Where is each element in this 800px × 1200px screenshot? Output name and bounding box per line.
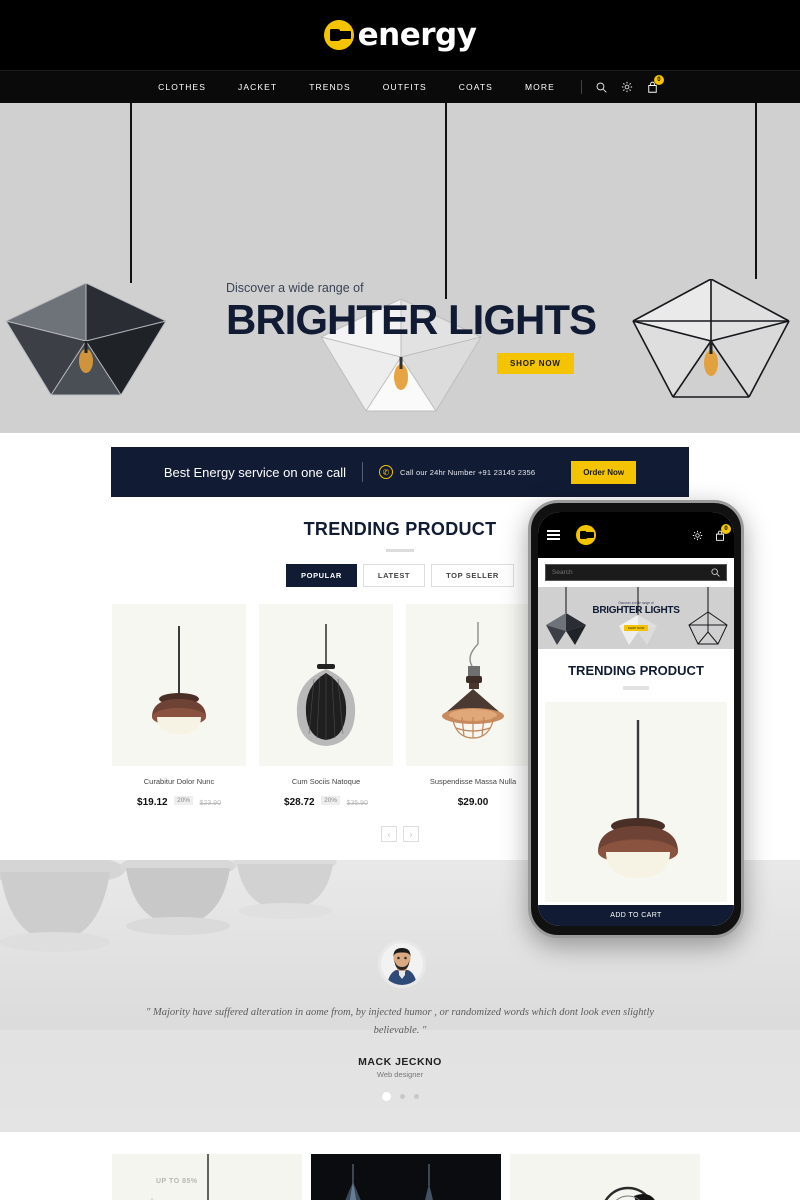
hero-banner: Discover a wide range of BRIGHTER LIGHTS… [0,103,800,433]
heading-underline [386,549,414,552]
testimonial-author-role: Web designer [376,1070,424,1079]
testimonial-dots [0,1092,800,1101]
plug-logo-icon [576,525,596,545]
tab-top-seller[interactable]: TOP SELLER [431,564,514,587]
product-name: Suspendisse Massa Nulla [429,777,517,786]
phone-heading-underline [623,686,649,690]
cart-count-badge: 0 [653,75,664,85]
product-price-row: $19.12 20% $23.90 [112,792,246,810]
carousel-prev-button[interactable]: ‹ [381,826,397,842]
phone-search-bar[interactable] [545,564,727,581]
nav-item-clothes[interactable]: CLOTHES [142,82,222,92]
main-nav-bar: CLOTHES JACKET TRENDS OUTFITS COATS MORE… [0,70,800,103]
top-logo-bar: energy [0,0,800,70]
bottom-card-label: UP TO 85% [156,1178,198,1185]
product-image-3 [406,604,540,766]
phone-hero-banner: Discover a wide range of BRIGHTER LIGHTS… [538,587,734,649]
hero-lamp-center [320,103,491,424]
hero-lamp-right [632,103,800,409]
product-old-price: $35.90 [346,800,368,807]
product-price-row: $28.72 20% $35.90 [259,792,393,810]
product-old-price: $23.90 [199,800,221,807]
hero-text-block: Discover a wide range of BRIGHTER LIGHTS… [226,281,597,374]
product-price: $29.00 [457,797,489,808]
gear-icon[interactable] [621,81,633,93]
carousel-next-button[interactable]: › [403,826,419,842]
product-image-1 [112,604,246,766]
product-price-row: $29.00 [406,792,540,810]
phone-body: TRENDING PRODUCT [538,649,734,905]
hamburger-menu-icon[interactable] [547,530,560,540]
order-now-button[interactable]: Order Now [571,460,637,484]
phone-cart-icon[interactable]: 0 [715,523,731,541]
phone-section-heading: TRENDING PRODUCT [568,663,704,678]
tab-popular[interactable]: POPULAR [286,564,357,587]
nav-item-trends[interactable]: TRENDS [293,82,367,92]
product-card[interactable]: Cum Sociis Natoque $28.72 20% $35.90 [259,604,393,810]
service-banner-wrap: Best Energy service on one call ✆ Call o… [0,433,800,497]
bottom-cards: UP TO 85% [0,1132,800,1200]
product-card[interactable]: Curabitur Dolor Nunc $19.12 20% $23.90 [112,604,246,810]
page-root: energy CLOTHES JACKET TRENDS OUTFITS COA… [0,0,800,1200]
hero-lamp-left [5,103,176,408]
testimonial-avatar [378,940,426,988]
service-call-text: Call our 24hr Number +91 23145 2356 [399,467,536,477]
product-price: $19.12 [137,797,168,808]
testimonial-dot-2[interactable] [399,1094,405,1099]
plug-logo-icon [323,20,354,50]
tab-latest[interactable]: LATEST [362,564,426,587]
testimonial-author: MACK JECKNO [358,1056,442,1068]
service-banner: Best Energy service on one call ✆ Call o… [111,447,689,497]
product-card[interactable]: Suspendisse Massa Nulla $29.00 [406,604,540,810]
testimonial-dot-3[interactable] [413,1094,419,1099]
hero-subtitle: Discover a wide range of [226,281,364,295]
phone-search-icon [711,568,720,577]
site-logo[interactable]: energy [323,17,477,53]
product-image-2 [259,604,393,766]
logo-text: energy [357,17,477,53]
nav-item-jacket[interactable]: JACKET [222,82,293,92]
cart-icon[interactable]: 0 [647,75,664,93]
phone-product-image[interactable] [545,702,727,902]
product-discount: 20% [174,796,194,806]
search-icon[interactable] [596,82,607,93]
phone-gear-icon[interactable] [692,530,703,541]
phone-add-to-cart-button[interactable]: ADD TO CART [538,905,734,926]
hero-title: BRIGHTER LIGHTS [226,296,597,343]
phone-hero-text: Discover a wide range of BRIGHTER LIGHTS… [538,601,734,634]
phone-logo[interactable]: energy [576,523,681,547]
nav-item-coats[interactable]: COATS [443,82,509,92]
bottom-card-promo[interactable]: UP TO 85% [112,1154,302,1200]
phone-mockup: energy 0 Search Discover a wide range of… [528,500,744,938]
bottom-card-dark[interactable] [311,1154,501,1200]
product-price: $28.72 [284,797,315,808]
service-divider [361,462,363,482]
testimonial-quote: " Majority have suffered alteration in a… [145,1007,655,1037]
nav-divider [580,80,582,94]
phone-search-input[interactable] [552,569,711,576]
product-name: Curabitur Dolor Nunc [143,777,215,786]
phone-shop-now-button[interactable]: SHOP NOW [623,625,649,631]
shop-now-button[interactable]: SHOP NOW [497,353,574,374]
product-discount: 20% [321,796,341,806]
phone-screen: energy 0 Search Discover a wide range of… [538,512,734,926]
bottom-card-light[interactable] [510,1154,700,1200]
phone-cart-badge: 0 [721,523,731,534]
service-title: Best Energy service on one call [163,464,346,480]
phone-header: energy 0 [538,512,734,558]
product-name: Cum Sociis Natoque [291,777,361,786]
phone-logo-text: energy [598,523,681,547]
phone-icon: ✆ [378,465,393,479]
phone-hero-title: BRIGHTER LIGHTS [592,605,680,616]
nav-item-outfits[interactable]: OUTFITS [367,82,443,92]
testimonial-dot-1[interactable] [381,1092,391,1101]
nav-item-more[interactable]: MORE [509,82,571,92]
